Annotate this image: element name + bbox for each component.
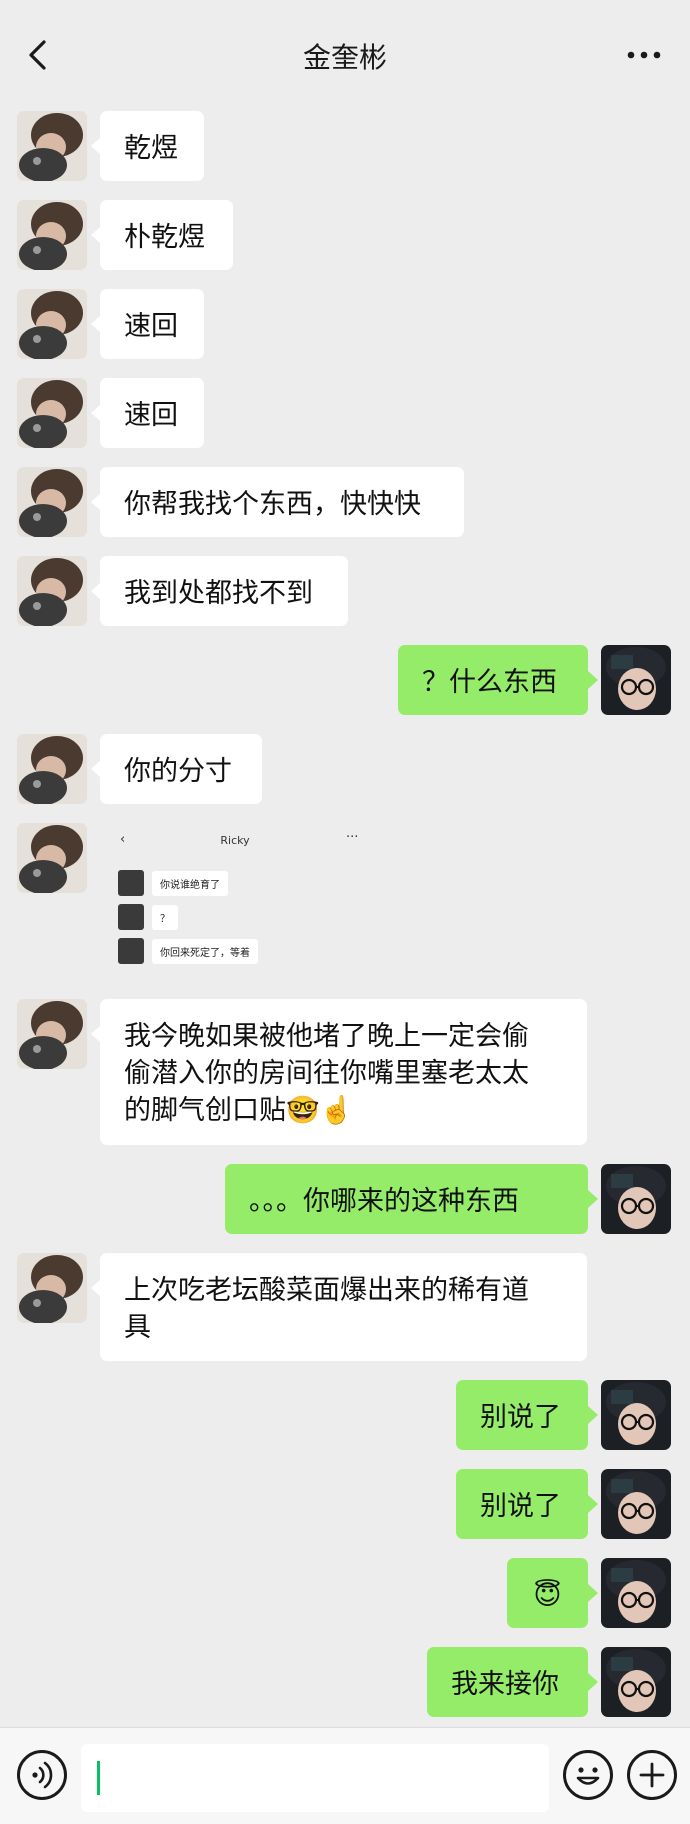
avatar[interactable] [601,1647,671,1717]
message-bubble[interactable]: 😇 [507,1558,588,1628]
more-dots-icon: ··· [346,830,359,845]
avatar[interactable] [17,1253,87,1323]
message-input[interactable] [81,1744,549,1812]
message-bubble[interactable]: 你的分寸 [100,734,262,804]
avatar[interactable] [601,1164,671,1234]
avatar[interactable] [17,200,87,270]
message-bubble[interactable]: 速回 [100,378,204,448]
page-title: 金奎彬 [302,41,387,74]
message-bubble[interactable]: 我到处都找不到 [100,556,348,626]
avatar [118,938,144,964]
avatar[interactable] [601,1469,671,1539]
more-dots-icon[interactable] [626,50,662,60]
plus-icon[interactable] [627,1750,677,1800]
message-bubble[interactable]: 我来接你 [427,1647,588,1717]
avatar[interactable] [17,289,87,359]
voice-icon[interactable] [17,1750,67,1800]
avatar[interactable] [17,823,87,893]
message-bubble[interactable]: 别说了 [456,1380,588,1450]
message-bubble[interactable]: 别说了 [456,1469,588,1539]
avatar[interactable] [601,645,671,715]
message-bubble[interactable]: 乾煜 [100,111,204,181]
avatar[interactable] [17,378,87,448]
screenshot-nav: ‹ Ricky ··· [100,830,370,852]
avatar[interactable] [17,111,87,181]
screenshot-image[interactable]: ‹ Ricky ··· 你说谁绝育了 ？ 你回来死定了，等着 [100,822,370,970]
message-bubble[interactable]: 上次吃老坛酸菜面爆出来的稀有道 具 [100,1253,587,1361]
screenshot-bubble: ？ [152,905,178,930]
avatar[interactable] [601,1380,671,1450]
message-bubble[interactable]: 你帮我找个东西，快快快 [100,467,464,537]
screenshot-bubble: 你说谁绝育了 [152,871,228,896]
message-bubble[interactable]: 朴乾煜 [100,200,233,270]
message-bubble[interactable]: 。。。你哪来的这种东西 [225,1164,588,1234]
avatar [118,904,144,930]
screenshot-bubble: 你回来死定了，等着 [152,939,258,964]
text-cursor [97,1761,100,1795]
emoji-icon[interactable] [563,1750,613,1800]
avatar[interactable] [17,999,87,1069]
avatar [118,870,144,896]
message-bubble[interactable]: ？什么东西 [398,645,588,715]
avatar[interactable] [17,556,87,626]
message-bubble[interactable]: 我今晚如果被他堵了晚上一定会偷 偷潜入你的房间往你嘴里塞老太太 的脚气创口贴🤓☝… [100,999,587,1145]
avatar[interactable] [17,734,87,804]
input-bar [0,1727,690,1824]
screenshot-title: Ricky [220,834,250,847]
avatar[interactable] [17,467,87,537]
message-bubble[interactable]: 速回 [100,289,204,359]
nav-bar: 金奎彬 [0,0,690,110]
avatar[interactable] [601,1558,671,1628]
